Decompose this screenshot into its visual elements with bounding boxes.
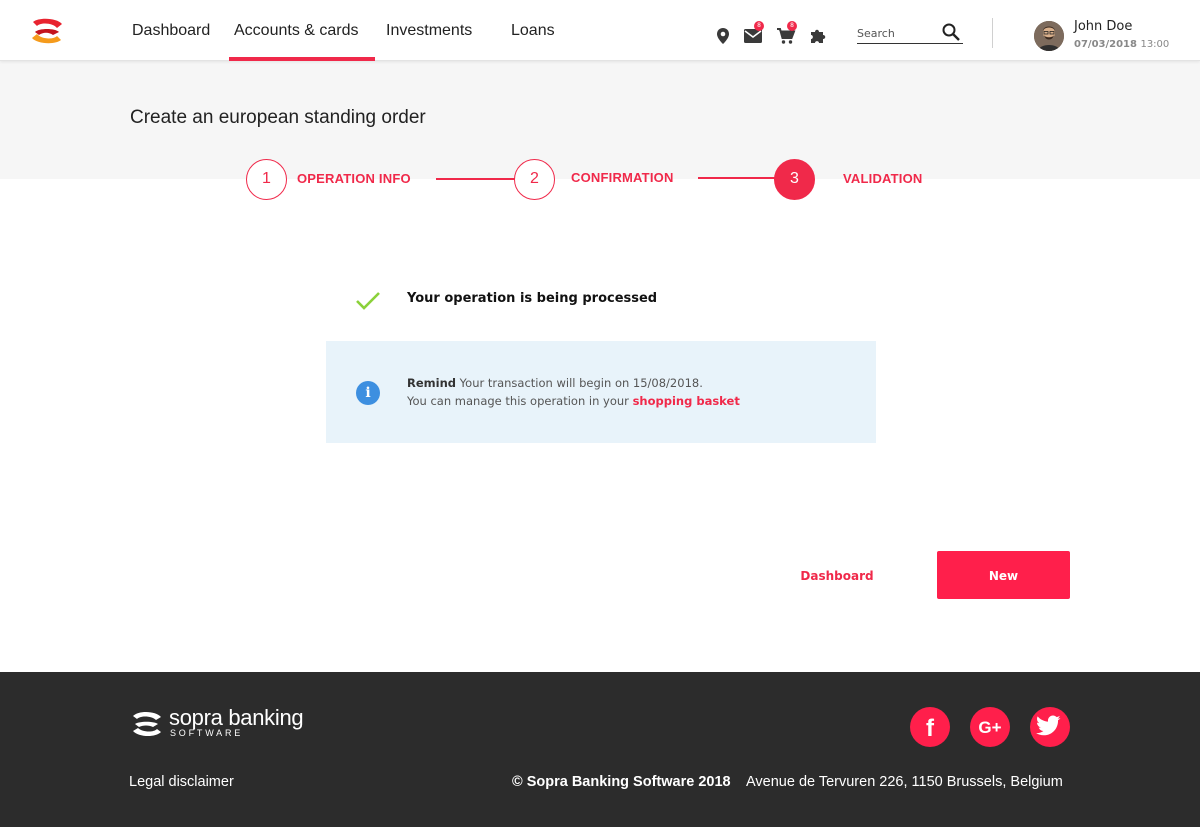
footer: sopra banking SOFTWARE f G+ Legal discla… bbox=[0, 672, 1200, 827]
address: Avenue de Tervuren 226, 1150 Brussels, B… bbox=[746, 774, 1063, 790]
info-text-2: You can manage this operation in your bbox=[407, 394, 629, 408]
nav-active-indicator bbox=[229, 57, 375, 61]
nav-dashboard[interactable]: Dashboard bbox=[132, 22, 210, 40]
search-input[interactable] bbox=[857, 25, 935, 41]
location-pin-icon[interactable] bbox=[713, 26, 733, 46]
user-time: 13:00 bbox=[1140, 39, 1170, 50]
cart-badge: 8 bbox=[787, 21, 797, 31]
info-text: Your transaction will begin on 15/08/201… bbox=[459, 376, 703, 390]
status-message: Your operation is being processed bbox=[407, 291, 658, 306]
google-plus-button[interactable]: G+ bbox=[970, 707, 1010, 747]
facebook-icon: f bbox=[926, 715, 935, 742]
checkmark-icon bbox=[356, 292, 380, 310]
google-plus-glyph: G+ bbox=[978, 718, 1001, 737]
copyright: © Sopra Banking Software 2018 bbox=[512, 774, 731, 790]
info-icon: i bbox=[356, 381, 380, 405]
facebook-glyph: f bbox=[926, 715, 935, 742]
step-2-circle: 2 bbox=[514, 159, 555, 200]
twitter-icon bbox=[1035, 715, 1061, 736]
mail-badge: 8 bbox=[754, 21, 764, 31]
google-plus-icon: G+ bbox=[978, 718, 1001, 737]
nav-accounts-cards[interactable]: Accounts & cards bbox=[234, 22, 359, 40]
nav-investments[interactable]: Investments bbox=[386, 22, 472, 40]
step-2-label: CONFIRMATION bbox=[571, 170, 674, 185]
user-date: 07/03/2018 bbox=[1074, 39, 1137, 50]
shopping-basket-link[interactable]: shopping basket bbox=[633, 394, 740, 408]
brand-sub: SOFTWARE bbox=[170, 728, 244, 738]
sopra-logo-icon[interactable] bbox=[29, 18, 65, 44]
step-1-label: OPERATION INFO bbox=[297, 171, 411, 186]
facebook-button[interactable]: f bbox=[910, 707, 950, 747]
page-title: Create an european standing order bbox=[130, 107, 426, 128]
avatar[interactable] bbox=[1034, 21, 1064, 51]
search-icon[interactable] bbox=[941, 22, 961, 42]
info-line-1: Remind Your transaction will begin on 15… bbox=[407, 376, 703, 390]
step-3-label: VALIDATION bbox=[843, 171, 923, 186]
user-avatar-icon bbox=[1034, 21, 1064, 51]
user-name: John Doe bbox=[1074, 19, 1133, 34]
info-box: i Remind Your transaction will begin on … bbox=[326, 341, 876, 443]
info-line-2: You can manage this operation in your sh… bbox=[407, 394, 740, 408]
new-button[interactable]: New bbox=[937, 551, 1070, 599]
user-datetime: 07/03/2018 13:00 bbox=[1074, 39, 1169, 50]
stepper-connector bbox=[698, 177, 775, 179]
sopra-footer-logo-icon bbox=[133, 711, 161, 737]
stepper-connector bbox=[436, 178, 515, 180]
puzzle-icon[interactable] bbox=[808, 26, 828, 46]
step-3-circle: 3 bbox=[774, 159, 815, 200]
header-divider bbox=[992, 18, 993, 48]
legal-disclaimer-link[interactable]: Legal disclaimer bbox=[129, 774, 234, 790]
twitter-button[interactable] bbox=[1030, 707, 1070, 747]
search-box bbox=[857, 22, 963, 44]
nav-loans[interactable]: Loans bbox=[511, 22, 555, 40]
top-header: Dashboard Accounts & cards Investments L… bbox=[0, 0, 1200, 61]
step-1-circle: 1 bbox=[246, 159, 287, 200]
info-title: Remind bbox=[407, 376, 456, 390]
dashboard-button[interactable]: Dashboard bbox=[790, 551, 884, 599]
footer-logo[interactable]: sopra banking SOFTWARE bbox=[130, 705, 330, 740]
